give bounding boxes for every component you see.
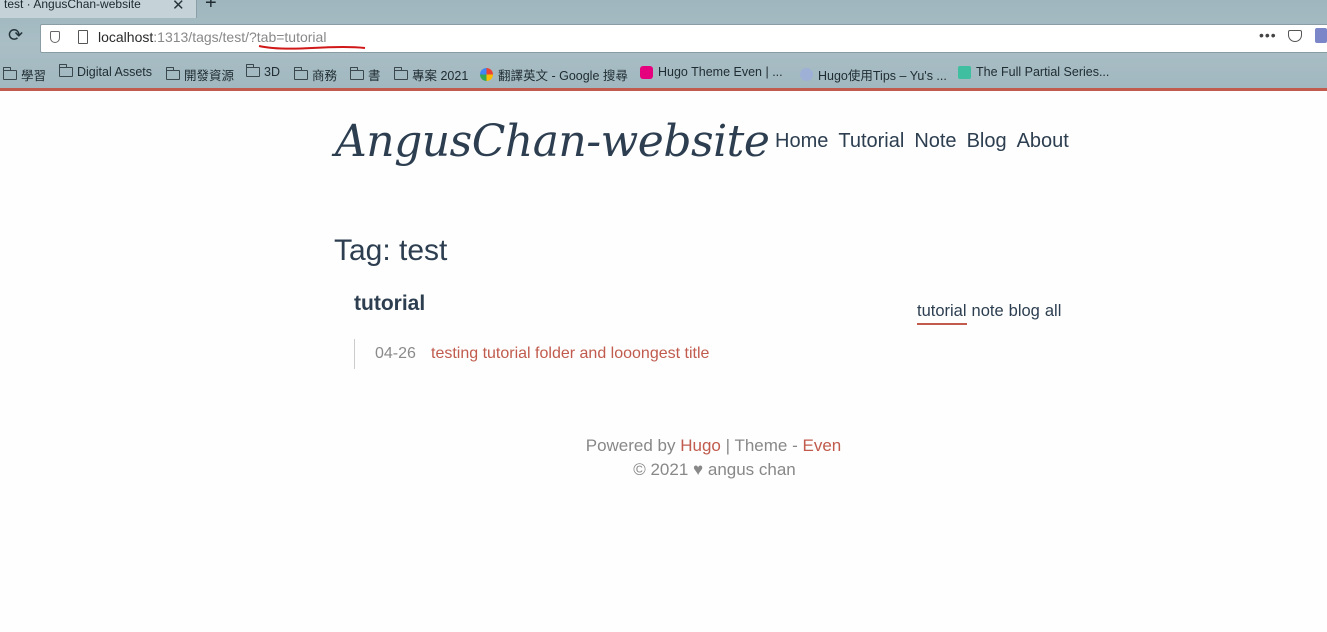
tab-blog[interactable]: blog	[1009, 302, 1040, 325]
section-title: tutorial	[354, 292, 426, 315]
folder-icon	[59, 64, 73, 77]
footer-copyright: © 2021 ♥ angus chan	[633, 460, 796, 479]
bookmark-folder-3d[interactable]: 3D	[246, 64, 280, 79]
browser-tab[interactable]: test · AngusChan-website ✕	[0, 0, 197, 18]
address-bar[interactable]: localhost:1313/tags/test/?tab=tutorial •…	[40, 24, 1327, 53]
nav-about[interactable]: About	[1017, 130, 1069, 153]
google-icon	[480, 68, 493, 81]
bookmark-folder-projects-2021[interactable]: 專案 2021	[394, 65, 468, 84]
accent-bar	[0, 88, 1327, 91]
even-theme-link[interactable]: Even	[803, 436, 842, 455]
author-name: angus chan	[707, 460, 796, 479]
heart-icon: ♥	[693, 460, 704, 479]
nav-note[interactable]: Note	[914, 130, 956, 153]
list-item: 04-26 testing tutorial folder and looong…	[354, 339, 709, 369]
bookmark-google-translate[interactable]: 翻譯英文 - Google 搜尋	[480, 65, 628, 84]
folder-icon	[350, 66, 364, 80]
site-icon	[800, 68, 813, 81]
bookmark-folder-digital-assets[interactable]: Digital Assets	[59, 64, 152, 79]
url-text[interactable]: localhost:1313/tags/test/?tab=tutorial	[98, 29, 326, 45]
bookmark-hugo-tips[interactable]: Hugo使用Tips – Yu's ...	[800, 65, 947, 84]
reload-icon[interactable]: ⟳	[8, 25, 23, 46]
red-underline-annotation	[258, 45, 366, 50]
page-title: Tag: test	[334, 234, 448, 267]
bookmarks-bar: 學習 Digital Assets 開發資源 3D 商務 書 專案 2021 翻…	[0, 60, 1327, 84]
tab-title: test · AngusChan-website	[4, 0, 141, 11]
folder-icon	[394, 66, 408, 80]
folder-icon	[294, 66, 308, 80]
nav-home[interactable]: Home	[775, 130, 828, 153]
nav-blog[interactable]: Blog	[967, 130, 1007, 153]
post-title-link[interactable]: testing tutorial folder and looongest ti…	[431, 345, 709, 363]
main-nav: Home Tutorial Note Blog About	[775, 130, 1069, 153]
site-logo-title[interactable]: AngusChan-website	[335, 116, 770, 167]
footer-powered-by: Powered by Hugo | Theme - Even	[585, 436, 842, 455]
new-tab-icon[interactable]: +	[205, 0, 217, 15]
more-actions-icon[interactable]: •••	[1259, 27, 1277, 43]
bookmark-folder-learning[interactable]: 學習	[3, 65, 46, 84]
close-tab-icon[interactable]: ✕	[172, 0, 185, 14]
re-icon	[958, 65, 971, 79]
hugo-icon	[640, 65, 653, 79]
tracking-shield-icon[interactable]	[50, 31, 60, 43]
bookmark-folder-business[interactable]: 商務	[294, 65, 337, 84]
folder-icon	[166, 66, 180, 80]
browser-chrome: test · AngusChan-website ✕ + ⟳ localhost…	[0, 0, 1327, 88]
page-info-icon[interactable]	[78, 30, 88, 44]
tab-strip: test · AngusChan-website ✕ +	[0, 0, 1327, 18]
tab-all[interactable]: all	[1045, 302, 1062, 325]
navigation-bar: ⟳ localhost:1313/tags/test/?tab=tutorial…	[0, 18, 1327, 54]
hugo-link[interactable]: Hugo	[680, 436, 721, 455]
nav-tutorial[interactable]: Tutorial	[838, 130, 904, 153]
bookmark-full-partial-series[interactable]: The Full Partial Series...	[958, 65, 1109, 79]
bookmark-folder-dev-resources[interactable]: 開發資源	[166, 65, 234, 84]
category-tabs: tutorial note blog all	[917, 302, 1061, 325]
pocket-icon[interactable]	[1288, 30, 1302, 42]
folder-icon	[3, 66, 17, 80]
tab-note[interactable]: note	[972, 302, 1004, 325]
folder-icon	[246, 64, 260, 77]
bookmark-hugo-theme-even[interactable]: Hugo Theme Even | ...	[640, 65, 783, 79]
tab-tutorial[interactable]: tutorial	[917, 302, 967, 325]
translate-extension-icon[interactable]	[1315, 28, 1327, 43]
bookmark-folder-books[interactable]: 書	[350, 65, 381, 84]
post-date: 04-26	[375, 345, 416, 362]
